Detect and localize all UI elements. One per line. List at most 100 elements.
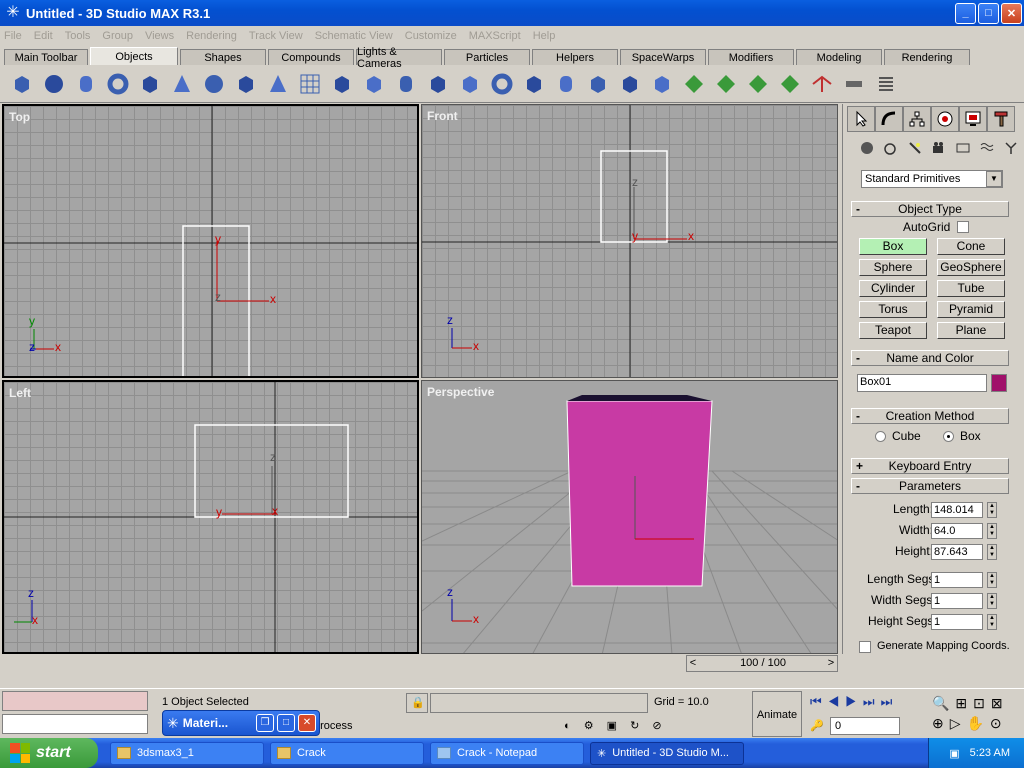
menu-maxscript[interactable]: MAXScript	[469, 30, 521, 42]
menu-edit[interactable]: Edit	[34, 30, 53, 42]
viewport-navigation-controls[interactable]: 🔍⊞⊡⊠ ⊕▷✋⊙	[928, 693, 1022, 735]
height-input[interactable]: 87.643	[931, 544, 983, 560]
material-editor-minimized[interactable]: ✳ Materi... ❐ □ ✕	[162, 710, 320, 736]
tab-helpers[interactable]: Helpers	[532, 49, 618, 65]
name-color-rollout[interactable]: - Name and Color	[851, 350, 1009, 366]
menu-views[interactable]: Views	[145, 30, 174, 42]
current-frame-input[interactable]: 0	[830, 717, 900, 735]
maxscript-listener-white[interactable]	[2, 714, 148, 734]
plane-button[interactable]: Plane	[937, 322, 1005, 339]
animate-button[interactable]: Animate	[752, 691, 802, 737]
chevron-down-icon[interactable]: ▼	[986, 171, 1002, 187]
menu-help[interactable]: Help	[533, 30, 556, 42]
restore-button[interactable]: ❐	[256, 714, 274, 732]
hose-icon[interactable]	[518, 68, 550, 100]
spacewarps-icon[interactable]	[975, 138, 999, 158]
spinner-snap-icon[interactable]: ↻	[630, 720, 639, 732]
create-tab[interactable]	[847, 106, 875, 132]
length-input[interactable]: 148.014	[931, 502, 983, 518]
keyboard-entry-rollout[interactable]: + Keyboard Entry	[851, 458, 1009, 474]
menu-customize[interactable]: Customize	[405, 30, 457, 42]
key-mode-icon[interactable]: 🔑	[806, 717, 826, 735]
percent-snap-icon[interactable]: ▣	[607, 720, 617, 732]
grid-icon[interactable]	[678, 68, 710, 100]
box-radio[interactable]	[943, 431, 954, 442]
tab-modifiers[interactable]: Modifiers	[708, 49, 794, 65]
maxscript-listener-pink[interactable]	[2, 691, 148, 711]
ring-wave-icon[interactable]	[486, 68, 518, 100]
height-spinner[interactable]: ▲ ▼	[987, 544, 997, 560]
angle-snap-icon[interactable]: ⚙	[584, 720, 594, 732]
menu-file[interactable]: File	[4, 30, 22, 42]
nurbs-icon[interactable]	[742, 68, 774, 100]
menu-group[interactable]: Group	[102, 30, 133, 42]
autogrid-checkbox[interactable]	[957, 221, 969, 233]
teapot-button[interactable]: Teapot	[859, 322, 927, 339]
l-ext-icon[interactable]	[582, 68, 614, 100]
gengon-icon[interactable]	[454, 68, 486, 100]
viewport-top[interactable]: Top y z x y z x	[2, 104, 419, 378]
display-tab[interactable]	[959, 106, 987, 132]
width-segs-spinner[interactable]: ▲ ▼	[987, 593, 997, 609]
menu-schematic-view[interactable]: Schematic View	[315, 30, 393, 42]
object-color-swatch[interactable]	[991, 374, 1007, 392]
time-slider[interactable]: < 100 / 100 >	[686, 655, 838, 672]
menu-rendering[interactable]: Rendering	[186, 30, 237, 42]
cameras-icon[interactable]	[927, 138, 951, 158]
cube-radio[interactable]	[875, 431, 886, 442]
network-tray-icon[interactable]: ▣	[949, 747, 959, 760]
menu-tools[interactable]: Tools	[65, 30, 91, 42]
systems-icon[interactable]	[999, 138, 1023, 158]
width-input[interactable]: 64.0	[931, 523, 983, 539]
time-slider-next-button[interactable]: >	[825, 656, 837, 671]
primitives-dropdown[interactable]: Standard Primitives ▼	[861, 170, 1003, 188]
bone-icon[interactable]	[838, 68, 870, 100]
width-segs-input[interactable]: 1	[931, 593, 983, 609]
sphere-button[interactable]: Sphere	[859, 259, 927, 276]
geosphere-icon[interactable]	[198, 68, 230, 100]
tab-compounds[interactable]: Compounds	[268, 49, 354, 65]
length-segs-spinner[interactable]: ▲ ▼	[987, 572, 997, 588]
height-segs-input[interactable]: 1	[931, 614, 983, 630]
viewport-left[interactable]: Left z y x z x	[2, 380, 419, 654]
helpers-icon[interactable]	[951, 138, 975, 158]
grid2-icon[interactable]	[710, 68, 742, 100]
close-button[interactable]: ✕	[1001, 2, 1022, 24]
maximize-button[interactable]: □	[277, 714, 295, 732]
modify-tab[interactable]	[875, 106, 903, 132]
prism-icon[interactable]	[646, 68, 678, 100]
box-button[interactable]: Box	[859, 238, 927, 255]
close-button[interactable]: ✕	[298, 714, 316, 732]
tab-spacewarps[interactable]: SpaceWarps	[620, 49, 706, 65]
lock-selection-icon[interactable]: 🔒	[406, 693, 428, 713]
shapes-icon[interactable]	[879, 138, 903, 158]
pyramid-icon[interactable]	[262, 68, 294, 100]
tab-modeling[interactable]: Modeling	[796, 49, 882, 65]
generate-mapping-checkbox[interactable]	[859, 641, 871, 653]
nurbs2-icon[interactable]	[774, 68, 806, 100]
viewport-front[interactable]: Front z y x z x	[421, 104, 838, 378]
tube-icon[interactable]	[230, 68, 262, 100]
playback-controls[interactable]: ⏮◀▶⏭⏭	[806, 693, 924, 713]
parameters-rollout[interactable]: - Parameters	[851, 478, 1009, 494]
spindle-icon[interactable]	[422, 68, 454, 100]
creation-method-rollout[interactable]: - Creation Method	[851, 408, 1009, 424]
cone-icon[interactable]	[166, 68, 198, 100]
plane-icon[interactable]	[294, 68, 326, 100]
cylinder-button[interactable]: Cylinder	[859, 280, 927, 297]
height-segs-spinner[interactable]: ▲ ▼	[987, 614, 997, 630]
window-crossing-icon[interactable]: ⊘	[652, 720, 661, 732]
viewport-perspective[interactable]: Perspective z x	[421, 380, 838, 654]
torus-button[interactable]: Torus	[859, 301, 927, 318]
box-icon[interactable]	[6, 68, 38, 100]
maximize-button[interactable]: □	[978, 2, 999, 24]
tube-button[interactable]: Tube	[937, 280, 1005, 297]
spring-icon[interactable]	[870, 68, 902, 100]
pyramid-button[interactable]: Pyramid	[937, 301, 1005, 318]
tab-lights-cameras[interactable]: Lights & Cameras	[356, 46, 442, 70]
minimize-button[interactable]: _	[955, 2, 976, 24]
geosphere-button[interactable]: GeoSphere	[937, 259, 1005, 276]
motion-tab[interactable]	[931, 106, 959, 132]
tab-shapes[interactable]: Shapes	[180, 49, 266, 65]
time-slider-prev-button[interactable]: <	[687, 656, 699, 671]
